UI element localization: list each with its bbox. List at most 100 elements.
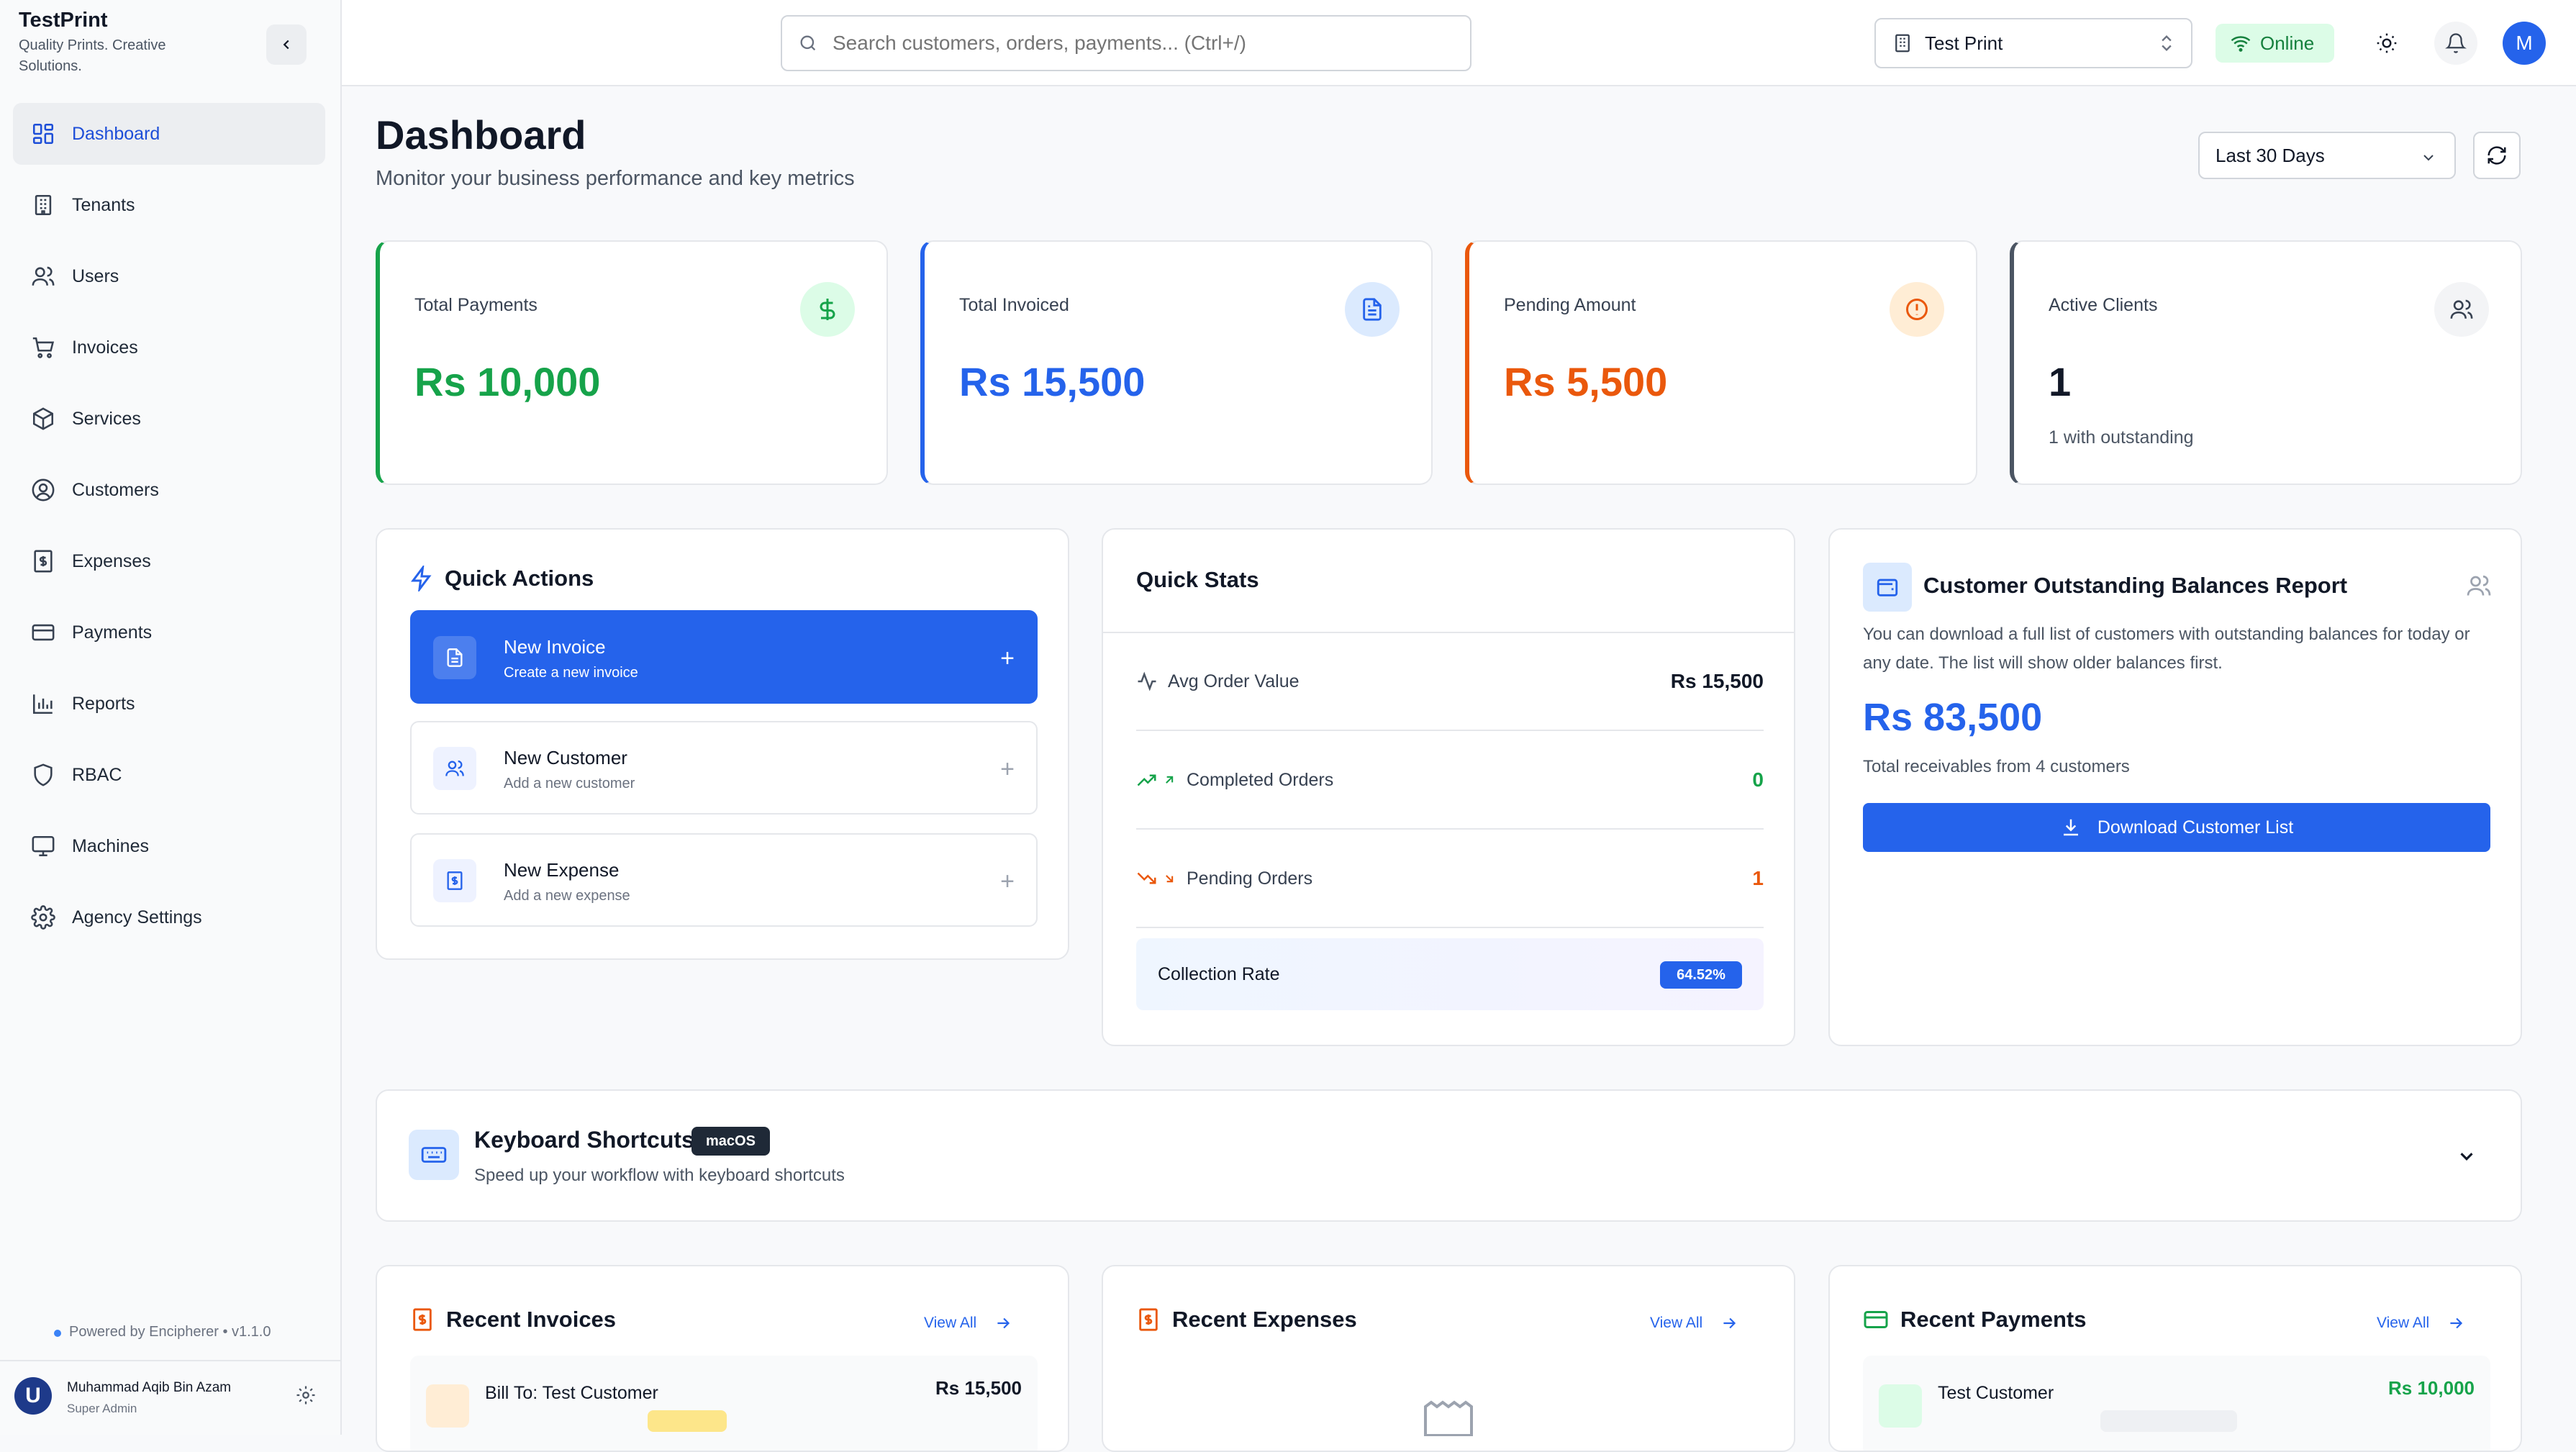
sidebar-item-machines[interactable]: Machines (13, 815, 325, 877)
user-settings-button[interactable] (295, 1384, 317, 1406)
action-title: New Invoice (504, 636, 606, 658)
sidebar-item-label: Expenses (72, 550, 151, 571)
search-box[interactable] (781, 15, 1471, 71)
trending-up-icon (1137, 774, 1156, 786)
download-customer-list-button[interactable]: Download Customer List (1863, 803, 2490, 852)
sidebar-item-agency-settings[interactable]: Agency Settings (13, 886, 325, 948)
stat-value: Rs 10,000 (414, 359, 601, 404)
section-title: Recent Payments (1900, 1307, 2087, 1332)
stat-value: 0 (1752, 768, 1764, 791)
credit-card-icon (1864, 1311, 1888, 1328)
user-avatar-button[interactable]: M (2503, 22, 2546, 65)
chevron-updown-icon (2157, 32, 2177, 54)
action-subtitle: Create a new invoice (504, 665, 638, 681)
plus-icon: + (1000, 756, 1015, 783)
receipt-icon (1139, 1308, 1158, 1331)
invoice-customer: Bill To: Test Customer (485, 1383, 658, 1403)
quick-stat-row: Avg Order Value Rs 15,500 (1136, 633, 1764, 731)
sidebar-item-label: Customers (72, 479, 159, 500)
new-invoice-button[interactable]: New Invoice Create a new invoice + (410, 610, 1038, 704)
section-subtitle: Speed up your workflow with keyboard sho… (474, 1166, 845, 1185)
brand-tagline: Quality Prints. Creative Solutions. (19, 37, 166, 74)
stat-card-total-invoiced: Total Invoiced Rs 15,500 (920, 240, 1433, 485)
lightning-icon (411, 566, 432, 591)
sidebar-item-customers[interactable]: Customers (13, 459, 325, 521)
sidebar-item-label: Reports (72, 693, 135, 714)
new-customer-button[interactable]: New Customer Add a new customer + (410, 721, 1038, 815)
stat-label: Total Invoiced (959, 295, 1069, 315)
sun-icon (2377, 33, 2397, 53)
sidebar-item-users[interactable]: Users (13, 245, 325, 307)
receipt-icon (433, 859, 476, 902)
users-icon (2434, 282, 2489, 337)
chevron-down-icon[interactable] (2456, 1145, 2477, 1167)
credit-card-icon (30, 620, 56, 645)
building-icon (1895, 34, 1910, 53)
payment-customer: Test Customer (1938, 1383, 2054, 1403)
box-icon (30, 406, 56, 432)
sidebar-item-label: Users (72, 266, 119, 286)
view-all-payments-link[interactable]: View All (2377, 1314, 2465, 1333)
tenant-selector[interactable]: Test Print (1874, 18, 2192, 68)
sidebar-item-services[interactable]: Services (13, 388, 325, 450)
stat-label: Pending Orders (1187, 868, 1313, 889)
sidebar-item-reports[interactable]: Reports (13, 673, 325, 735)
stat-subtext: 1 with outstanding (2049, 427, 2194, 448)
shield-icon (30, 762, 56, 788)
invoice-amount: Rs 15,500 (935, 1377, 1022, 1399)
section-title: Quick Actions (445, 566, 594, 591)
receipt-icon (30, 548, 56, 574)
action-title: New Expense (504, 859, 620, 881)
building-icon (30, 192, 56, 218)
notifications-button[interactable] (2434, 22, 2477, 65)
refresh-button[interactable] (2473, 132, 2521, 179)
list-item[interactable]: Test Customer Rs 10,000 (1863, 1356, 2490, 1451)
sidebar-item-dashboard[interactable]: Dashboard (13, 103, 325, 165)
trending-down-icon (1137, 872, 1156, 884)
recent-invoices-card: Recent Invoices View All Bill To: Test C… (376, 1265, 1069, 1452)
status-dot (54, 1330, 61, 1337)
collapse-sidebar-button[interactable] (266, 24, 307, 65)
list-item[interactable]: Bill To: Test Customer Rs 15,500 (410, 1356, 1038, 1451)
sidebar-item-label: Agency Settings (72, 907, 202, 927)
search-icon (800, 35, 816, 51)
link-label: View All (1650, 1315, 1703, 1331)
new-expense-button[interactable]: New Expense Add a new expense + (410, 833, 1038, 927)
powered-by: Powered by Encipherer • v1.1.0 (69, 1324, 271, 1340)
view-all-invoices-link[interactable]: View All (924, 1314, 1012, 1333)
outstanding-note: Total receivables from 4 customers (1863, 757, 2130, 776)
sidebar-nav: Dashboard Tenants Users Invoices Service… (13, 103, 325, 958)
document-icon (1345, 282, 1400, 337)
keyboard-shortcuts-panel[interactable]: Keyboard Shortcuts macOS Speed up your w… (376, 1089, 2522, 1222)
search-input[interactable] (833, 32, 1444, 55)
stat-card-active-clients: Active Clients 1 1 with outstanding (2010, 240, 2522, 485)
view-all-expenses-link[interactable]: View All (1650, 1314, 1738, 1333)
sidebar-item-label: Machines (72, 835, 149, 856)
date-range-select[interactable]: Last 30 Days (2198, 132, 2456, 179)
stat-card-pending-amount: Pending Amount Rs 5,500 (1465, 240, 1977, 485)
users-icon (30, 263, 56, 289)
sidebar-item-label: Tenants (72, 194, 135, 215)
quick-stat-row: Pending Orders 1 (1136, 830, 1764, 928)
sidebar-item-expenses[interactable]: Expenses (13, 530, 325, 592)
sidebar-item-payments[interactable]: Payments (13, 602, 325, 663)
online-label: Online (2260, 32, 2315, 54)
sidebar-item-tenants[interactable]: Tenants (13, 174, 325, 236)
plus-icon: + (1000, 868, 1015, 895)
stat-value: 1 (2049, 359, 2072, 404)
sidebar-item-rbac[interactable]: RBAC (13, 744, 325, 806)
page-title: Dashboard (376, 112, 586, 158)
sidebar-item-invoices[interactable]: Invoices (13, 317, 325, 378)
tenant-name: Test Print (1925, 32, 2003, 54)
sidebar-item-label: RBAC (72, 764, 122, 785)
theme-toggle-button[interactable] (2365, 22, 2408, 65)
user-profile[interactable]: U Muhammad Aqib Bin Azam Super Admin (0, 1360, 342, 1435)
arrow-up-right-icon (1166, 776, 1174, 784)
section-title: Recent Invoices (446, 1307, 617, 1332)
link-label: View All (924, 1315, 977, 1331)
quick-actions-card: Quick Actions New Invoice Create a new i… (376, 528, 1069, 960)
payment-amount: Rs 10,000 (2388, 1377, 2475, 1399)
sidebar-item-label: Payments (72, 622, 153, 643)
user-circle-icon (30, 477, 56, 503)
refresh-icon (2487, 146, 2506, 165)
